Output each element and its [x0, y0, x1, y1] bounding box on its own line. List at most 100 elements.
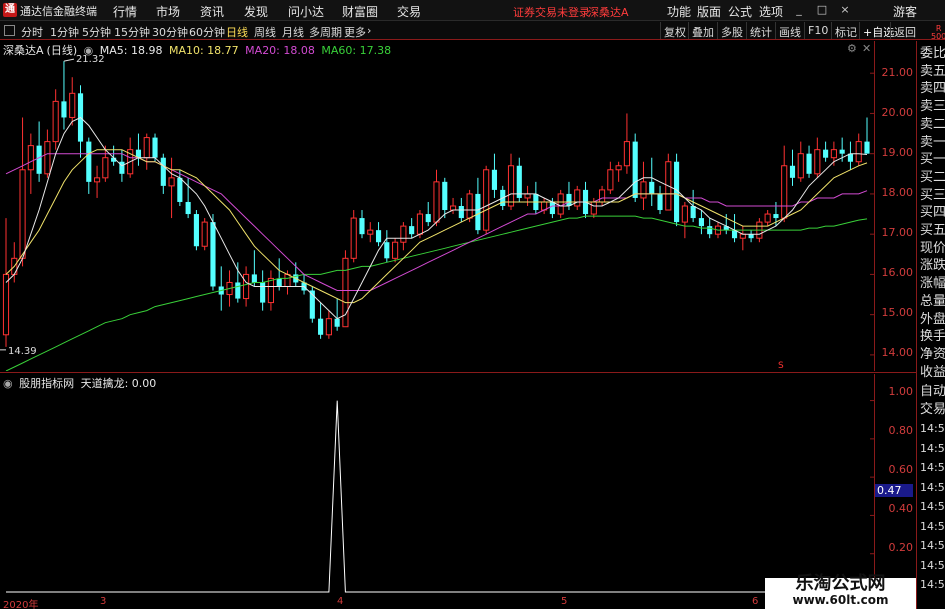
period-tab-more[interactable]: 更多 [344, 24, 366, 40]
tool-overlay[interactable]: 叠加 [688, 22, 717, 39]
side-panel-trade-item[interactable]: 自动 [920, 384, 945, 400]
menu-ask-assistant[interactable]: 问小达 [288, 3, 324, 20]
menu-options[interactable]: 选项 [759, 3, 783, 20]
side-panel-item[interactable]: 卖一 [920, 135, 945, 151]
side-panel-item[interactable]: 净资 [920, 347, 945, 363]
menu-discover[interactable]: 发现 [244, 3, 268, 20]
side-panel-item[interactable]: 总量 [920, 294, 945, 310]
period-tab-15min[interactable]: 15分钟 [114, 24, 150, 40]
period-tab-intraday[interactable]: 分时 [21, 24, 43, 40]
period-tab-weekly[interactable]: 周线 [254, 24, 276, 40]
candle [823, 141, 829, 162]
candle-body [27, 145, 34, 171]
side-panel-trade-item[interactable]: 交易 [920, 402, 945, 418]
side-panel-item[interactable]: 卖五 [920, 64, 945, 80]
menu-functions[interactable]: 功能 [667, 3, 691, 20]
panel-divider [0, 372, 916, 373]
side-panel-item[interactable]: 委比 [920, 46, 945, 62]
candle-body [491, 169, 498, 190]
r-badge[interactable]: R 500 [931, 25, 945, 41]
menu-trade[interactable]: 交易 [397, 3, 421, 20]
menu-layout[interactable]: 版面 [697, 3, 721, 20]
period-tab-5min[interactable]: 5分钟 [82, 24, 111, 40]
close-panel-icon[interactable]: ✕ [862, 42, 871, 55]
indicator-chart-svg[interactable] [0, 374, 875, 595]
side-panel-item[interactable]: 买二 [920, 170, 945, 186]
candle-body [168, 177, 175, 187]
side-panel-item[interactable]: 买一 [920, 152, 945, 168]
menu-news[interactable]: 资讯 [200, 3, 224, 20]
tool-adjust-rights[interactable]: 复权 [660, 22, 689, 39]
candle-body [830, 149, 837, 159]
ma10-label: MA10: 18.77 [168, 44, 239, 57]
side-panel-item[interactable]: 卖二 [920, 117, 945, 133]
candle-body [318, 318, 324, 335]
side-panel-item[interactable]: 买四 [920, 205, 945, 221]
tool-multi-stock[interactable]: 多股 [717, 22, 746, 39]
side-panel-item[interactable]: 现价 [920, 241, 945, 257]
candle-body [516, 165, 522, 198]
candle-body [359, 218, 365, 235]
candle-body [2, 273, 10, 336]
candle-body [707, 226, 713, 235]
maximize-icon[interactable]: □ [815, 3, 829, 17]
settings-gear-icon[interactable]: ⚙ [847, 42, 857, 55]
candle [94, 165, 101, 198]
kline-chart-panel[interactable]: 21.32 14.39 S 深桑达A (日线) ◉ MA5: 18.98 MA10: … [0, 41, 875, 372]
side-panel-item[interactable]: 买五 [920, 223, 945, 239]
side-panel-item[interactable]: 卖四 [920, 81, 945, 97]
candle [384, 230, 390, 263]
price-tick: 17.00 [881, 226, 914, 239]
period-tab-30min[interactable]: 30分钟 [152, 24, 188, 40]
tool-back[interactable]: 返回 [890, 22, 919, 39]
legend-collapse-icon[interactable]: ◉ [84, 44, 94, 57]
indicator-tick: 0.20 [888, 541, 914, 554]
period-tab-60min[interactable]: 60分钟 [189, 24, 225, 40]
menu-market[interactable]: 市场 [156, 3, 180, 20]
candle-body [599, 189, 606, 203]
tool-f10[interactable]: F10 [804, 22, 831, 39]
candle-body [764, 213, 771, 223]
menu-formula[interactable]: 公式 [728, 3, 752, 20]
current-stock-title: 深桑达A [588, 6, 629, 19]
candle-body [623, 141, 630, 167]
candle-body [814, 149, 821, 175]
menu-market-quotes[interactable]: 行情 [113, 3, 137, 20]
minimize-icon[interactable]: _ [792, 3, 806, 17]
menu-wealth-circle[interactable]: 财富圈 [342, 3, 378, 20]
side-panel-item[interactable]: 换手 [920, 329, 945, 345]
side-panel-item[interactable]: 外盘 [920, 312, 945, 328]
side-panel-item[interactable]: 卖三 [920, 99, 945, 115]
period-tab-monthly[interactable]: 月线 [282, 24, 304, 40]
chevron-right-icon[interactable]: › [367, 24, 371, 37]
side-panel-item[interactable]: 买三 [920, 188, 945, 204]
candle-body [86, 141, 92, 182]
candle [640, 161, 647, 211]
period-tab-1min[interactable]: 1分钟 [50, 24, 79, 40]
indicator-name[interactable]: 股朋指标网 [19, 377, 74, 390]
tool-mark[interactable]: 标记 [831, 22, 860, 39]
candle-body [524, 193, 531, 199]
kline-chart-svg[interactable]: 21.3214.39S [0, 41, 875, 372]
tool-statistics[interactable]: 统计 [746, 22, 775, 39]
candle [143, 133, 150, 170]
candle [243, 266, 250, 307]
side-panel-item[interactable]: 涨跌 [920, 258, 945, 274]
indicator-tick: 0.60 [888, 463, 914, 476]
side-panel-item[interactable]: 收益 [920, 365, 945, 381]
trade-login-status[interactable]: 证券交易未登录 [513, 4, 590, 20]
side-panel-item[interactable]: 涨幅 [920, 276, 945, 292]
indicator-panel[interactable]: ◉ 股朋指标网 天道擒龙: 0.00 [0, 374, 875, 595]
candle [764, 210, 771, 227]
candle-body [748, 234, 754, 239]
period-tab-daily[interactable]: 日线 [226, 24, 248, 40]
candle [814, 137, 821, 178]
candle-body [789, 165, 796, 178]
tool-draw-line[interactable]: 画线 [775, 22, 804, 39]
toolbar-toggle-icon[interactable] [4, 25, 15, 36]
candle [557, 189, 564, 219]
close-icon[interactable]: × [838, 3, 852, 17]
indicator-collapse-icon[interactable]: ◉ [3, 377, 13, 390]
period-tab-multi[interactable]: 多周期 [309, 24, 342, 40]
user-guest[interactable]: 游客 [893, 3, 917, 20]
